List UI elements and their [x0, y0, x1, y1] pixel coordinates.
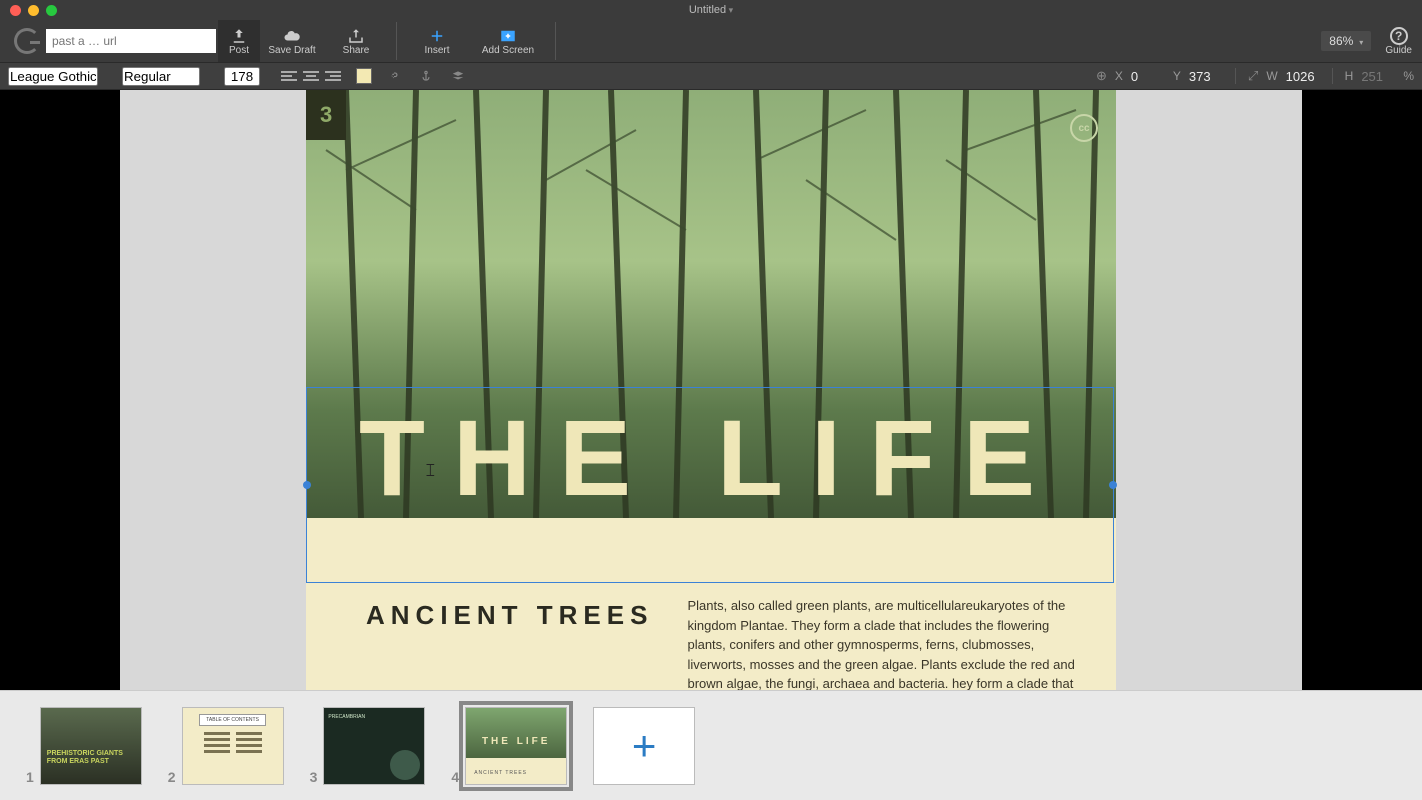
thumbnail-1[interactable]: PREHISTORIC GIANTSFROM ERAS PAST	[40, 707, 142, 785]
prop-separator	[1235, 68, 1236, 84]
text-align-group	[280, 68, 342, 84]
text-color-swatch[interactable]	[356, 68, 372, 84]
property-bar: ⊕ X 0 Y 373 ⤢ W 1026 H 251 %	[0, 62, 1422, 90]
font-family-input[interactable]	[8, 67, 98, 86]
thumb-3-label: PRECAMBRIAN	[328, 714, 365, 720]
link-icon[interactable]	[384, 68, 404, 84]
thumb-1-line1: PREHISTORIC GIANTS	[47, 750, 123, 757]
page-canvas[interactable]: 3 cc THE LIFE 𝙸 ANCIENT TREES Plants, al…	[306, 90, 1116, 690]
lock-separator	[1332, 68, 1333, 84]
h-value[interactable]: 251	[1361, 69, 1395, 84]
guide-button[interactable]: ? Guide	[1385, 27, 1412, 56]
document-title[interactable]: Untitled	[689, 4, 733, 16]
toolbar-separator	[396, 22, 397, 60]
thumb-2-wrap: 2 TABLE OF CONTENTS	[168, 707, 284, 785]
titlebar: Untitled	[0, 0, 1422, 20]
layer-icon[interactable]	[448, 68, 468, 84]
main-toolbar: Post Save Draft Share Insert Add Screen …	[0, 20, 1422, 62]
thumb-3-number: 3	[310, 769, 318, 785]
save-draft-button[interactable]: Save Draft	[260, 20, 324, 62]
zoom-dropdown[interactable]: 86%	[1321, 31, 1371, 51]
w-value[interactable]: 1026	[1286, 69, 1320, 84]
maximize-window-icon[interactable]	[46, 5, 57, 16]
share-label: Share	[343, 45, 370, 56]
share-icon	[347, 27, 365, 45]
add-screen-icon	[499, 27, 517, 45]
w-label: W	[1266, 69, 1277, 83]
thumb-4-number: 4	[451, 769, 459, 785]
app-logo-icon	[10, 24, 44, 58]
right-pad	[1302, 90, 1422, 690]
page-title-text[interactable]: THE LIFE	[306, 404, 1116, 512]
text-cursor-icon: 𝙸	[424, 460, 437, 481]
thumb-1-number: 1	[26, 769, 34, 785]
toolbar-separator-2	[555, 22, 556, 60]
align-center-button[interactable]	[302, 68, 320, 84]
percent-label: %	[1403, 69, 1414, 83]
thumbnail-4[interactable]: THE LIFE ANCIENT TREES	[465, 707, 567, 785]
font-size-input[interactable]	[224, 67, 260, 86]
add-page-button[interactable]: +	[593, 707, 695, 785]
url-input[interactable]	[46, 29, 216, 53]
insert-button[interactable]: Insert	[405, 20, 469, 62]
cloud-icon	[283, 27, 301, 45]
position-icon: ⊕	[1096, 68, 1107, 84]
y-value[interactable]: 373	[1189, 69, 1223, 84]
thumbnail-2[interactable]: TABLE OF CONTENTS	[182, 707, 284, 785]
close-window-icon[interactable]	[10, 5, 21, 16]
thumb-2-number: 2	[168, 769, 176, 785]
h-label: H	[1345, 69, 1354, 83]
save-draft-label: Save Draft	[268, 45, 315, 56]
minimize-window-icon[interactable]	[28, 5, 39, 16]
y-label: Y	[1173, 69, 1181, 83]
help-icon: ?	[1390, 27, 1408, 45]
thumb-2-header: TABLE OF CONTENTS	[199, 714, 266, 726]
page-number-badge: 3	[306, 90, 346, 140]
thumb-4-sub: ANCIENT TREES	[474, 770, 527, 776]
post-button[interactable]: Post	[218, 20, 260, 62]
thumb-4-wrap: 4 THE LIFE ANCIENT TREES	[451, 707, 567, 785]
cc-license-icon[interactable]: cc	[1070, 114, 1098, 142]
plus-icon: +	[632, 722, 657, 770]
post-label: Post	[229, 45, 249, 56]
left-pad	[0, 90, 120, 690]
content-lower: ANCIENT TREES Plants, also called green …	[306, 518, 1116, 690]
thumb-1-wrap: 1 PREHISTORIC GIANTSFROM ERAS PAST	[26, 707, 142, 785]
insert-label: Insert	[424, 45, 449, 56]
thumbnail-bar: 1 PREHISTORIC GIANTSFROM ERAS PAST 2 TAB…	[0, 690, 1422, 800]
thumb-1-line2: FROM ERAS PAST	[47, 758, 109, 765]
canvas-area[interactable]: 3 cc THE LIFE 𝙸 ANCIENT TREES Plants, al…	[120, 90, 1302, 690]
size-icon: ⤢	[1248, 68, 1258, 84]
thumb-3-circle	[390, 750, 420, 780]
add-screen-label: Add Screen	[482, 45, 534, 56]
align-right-button[interactable]	[324, 68, 342, 84]
upload-icon	[230, 27, 248, 45]
share-button[interactable]: Share	[324, 20, 388, 62]
x-label: X	[1115, 69, 1123, 83]
font-weight-input[interactable]	[122, 67, 200, 86]
align-left-button[interactable]	[280, 68, 298, 84]
x-value[interactable]: 0	[1131, 69, 1165, 84]
thumb-3-wrap: 3 PRECAMBRIAN	[310, 707, 426, 785]
workspace: 3 cc THE LIFE 𝙸 ANCIENT TREES Plants, al…	[0, 90, 1422, 690]
anchor-icon[interactable]	[416, 68, 436, 84]
body-text[interactable]: Plants, also called green plants, are mu…	[687, 596, 1076, 670]
thumbnail-3[interactable]: PRECAMBRIAN	[323, 707, 425, 785]
plus-icon	[428, 27, 446, 45]
add-screen-button[interactable]: Add Screen	[469, 20, 547, 62]
guide-label: Guide	[1385, 45, 1412, 56]
thumb-4-title: THE LIFE	[466, 736, 566, 747]
window-controls	[10, 5, 57, 16]
subtitle-text[interactable]: ANCIENT TREES	[366, 600, 653, 670]
